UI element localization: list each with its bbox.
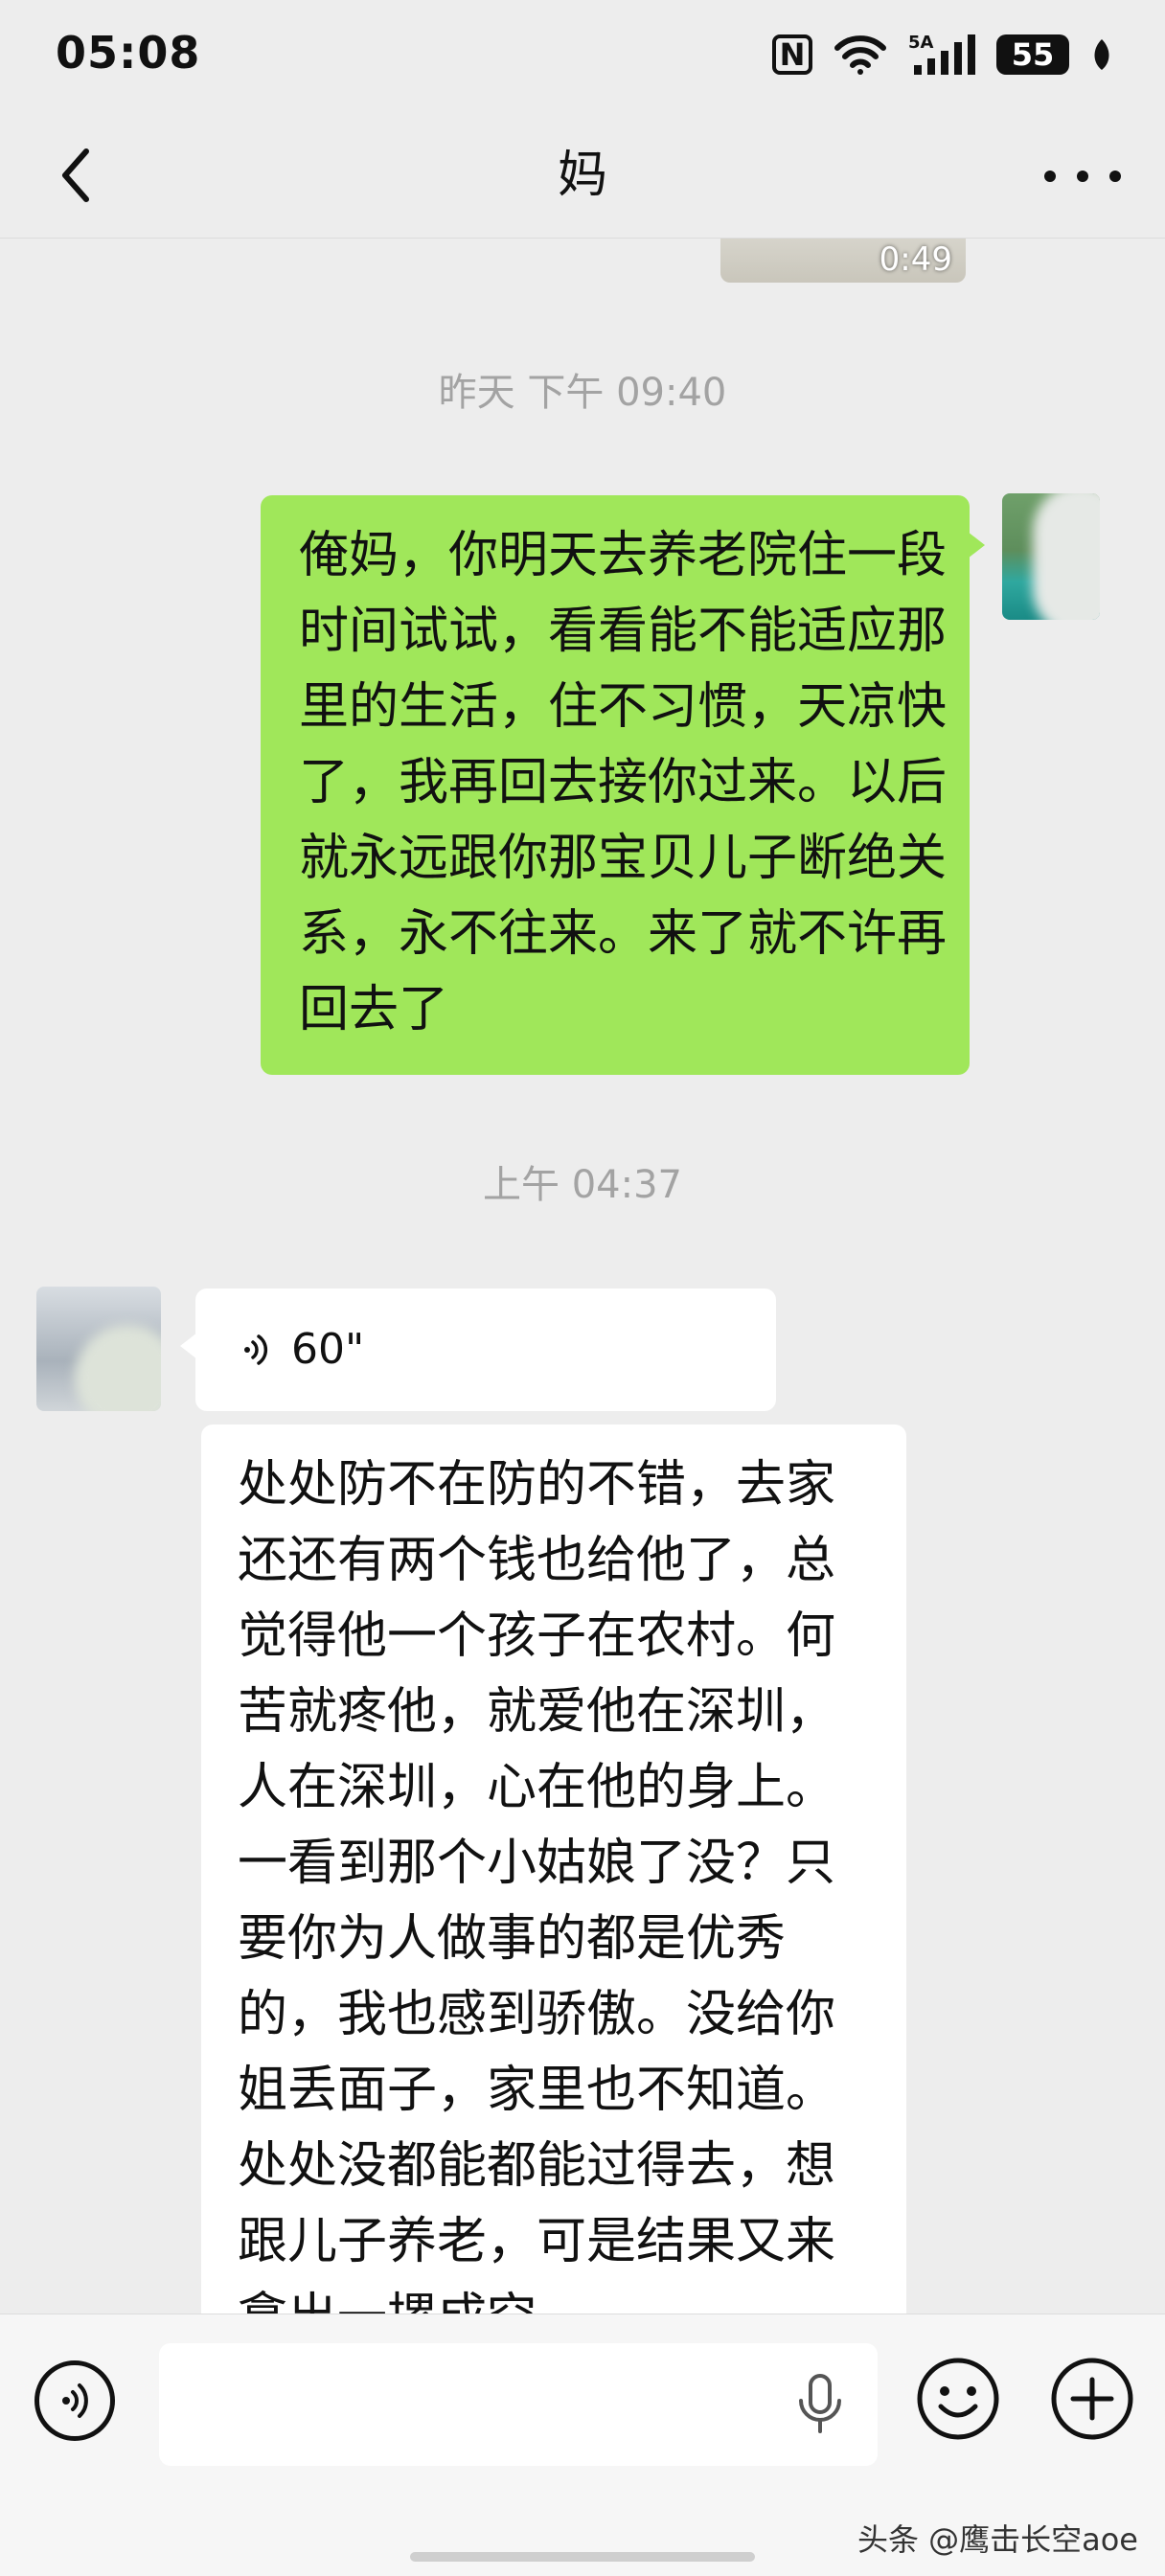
wifi-icon <box>834 34 887 75</box>
outgoing-message-bubble[interactable]: 俺妈，你明天去养老院住一段时间试试，看看能不能适应那里的生活，住不习惯，天凉快了… <box>261 495 985 1075</box>
emoji-button[interactable] <box>914 2355 1002 2443</box>
plus-icon <box>1051 2358 1133 2440</box>
signal-icon: 5A <box>908 33 975 77</box>
avatar-contact[interactable] <box>36 1287 161 1411</box>
emoji-icon <box>917 2358 999 2440</box>
chat-title: 妈 <box>557 147 607 204</box>
network-label: 5A <box>908 33 934 53</box>
video-duration: 0:49 <box>879 240 952 279</box>
battery-icon: 55 <box>996 34 1069 75</box>
chat-area[interactable]: 0:49 昨天 下午 09:40 俺妈，你明天去养老院住一段时间试试，看看能不能… <box>0 239 1165 2314</box>
status-bar: 05:08 N 5A 55 <box>0 0 1165 115</box>
more-functions-button[interactable] <box>1048 2355 1136 2443</box>
more-dots-icon <box>1044 171 1056 182</box>
message-timestamp: 昨天 下午 09:40 <box>438 371 727 415</box>
status-icons: N 5A 55 <box>772 33 1113 77</box>
incoming-message-bubble[interactable]: 处处防不在防的不错，去家还还有两个钱也给他了，总觉得他一个孩子在农村。何苦就疼他… <box>201 1425 906 2314</box>
home-indicator[interactable] <box>410 2552 755 2562</box>
video-message-thumbnail[interactable]: 0:49 <box>720 239 966 283</box>
voice-input-toggle-button[interactable] <box>34 2360 115 2441</box>
voice-duration: 60" <box>291 1325 365 1374</box>
voice-message-bubble[interactable]: 60" <box>180 1288 776 1411</box>
voice-toggle-icon <box>62 2383 88 2418</box>
message-timestamp: 上午 04:37 <box>483 1163 682 1207</box>
mic-icon[interactable] <box>791 2370 849 2437</box>
leaf-icon <box>1090 37 1113 72</box>
more-options-button[interactable] <box>1044 148 1121 205</box>
input-bar: 头条 @鹰击长空aoe <box>0 2314 1165 2576</box>
voice-wave-icon <box>244 1334 268 1365</box>
avatar-self[interactable] <box>1002 493 1100 620</box>
nfc-icon: N <box>772 34 812 75</box>
chat-header: 妈 <box>0 115 1165 239</box>
watermark: 头条 @鹰击长空aoe <box>857 2521 1138 2558</box>
message-input[interactable] <box>159 2343 878 2466</box>
status-time: 05:08 <box>56 27 201 79</box>
